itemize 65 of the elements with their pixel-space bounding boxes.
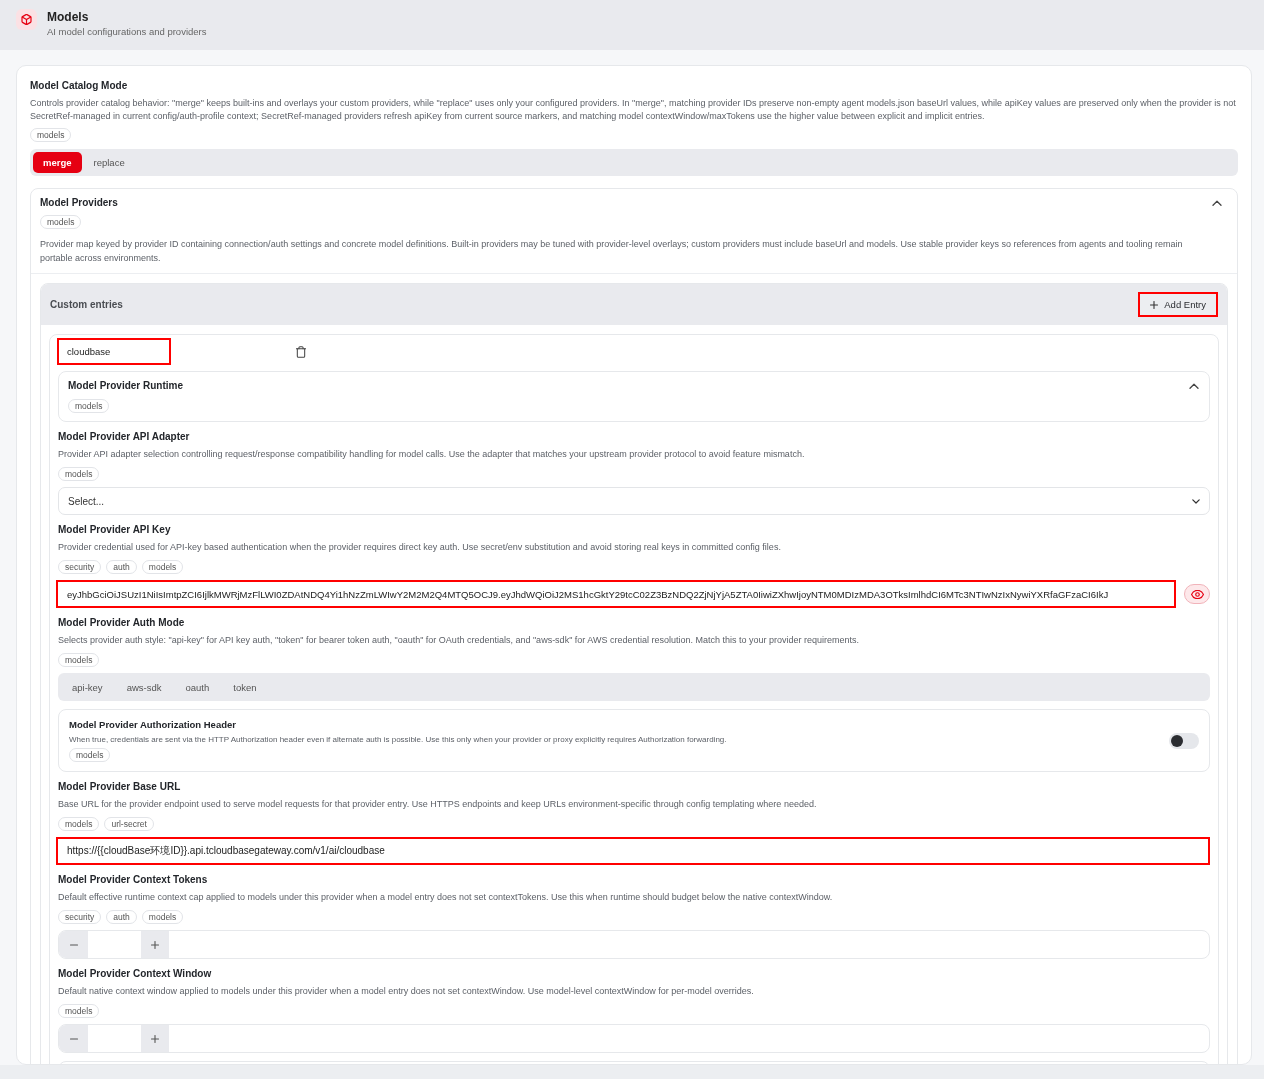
tag: models [40,215,82,229]
tag: auth [106,910,137,924]
section-title: Model Providers [40,196,119,209]
tag: models [68,399,110,413]
minus-icon [69,1037,78,1040]
page-title: Models [47,10,90,25]
tag: models [58,1004,100,1018]
field-title: Model Provider Auth Mode [58,616,186,629]
tag: security [58,910,102,924]
select-field[interactable]: Select... [58,487,1210,515]
tag: models [141,910,184,924]
tag: models [58,817,100,831]
field-description: Base URL for the provider endpoint used to serve model requests for that provider entry. Use HTTPS endpoints and keep URLs environment-specific through config templating where needed. [58,798,818,811]
field-description: When true, credentials are sent via the HTTP Authorization header even if alternate auth is possible. Use this only when your provider or proxy explicitly requires Authorization forwarding. [69,734,727,746]
trash-icon[interactable] [296,345,306,358]
cube-icon [16,9,37,30]
field-title: Model Provider Context Window [58,967,213,980]
tag: models [58,653,100,667]
field-description: Provider credential used for API-key based authentication when the provider requires direct key auth. Use secret/env substitution and avoid storing real keys in committed config files. [58,541,782,554]
tag: auth [106,560,137,574]
field-title: Model Provider API Key [58,523,172,536]
decrement-button[interactable] [59,931,88,958]
tag: url-secret [104,817,154,831]
custom-entries-title: Custom entries [50,299,123,310]
field-description: Provider API adapter selection controlling request/response compatibility handling for model calls. Use the adapter that matches your upstream provider protocol to avoid feature mismatch. [58,448,806,461]
increment-button[interactable] [141,1025,169,1052]
plus-icon [151,1034,159,1043]
field-title: Model Provider Runtime [68,379,183,392]
segment-option[interactable]: oauth [174,676,221,698]
increment-button[interactable] [141,931,169,958]
segment-option[interactable]: merge [33,152,82,173]
segment-option[interactable]: aws-sdk [115,676,173,698]
field-description: Selects provider auth style: "api-key" for API key auth, "token" for bearer token auth, "oauth" for OAuth credentials, and "aws-sdk" for AWS credential resolution. Match this to your provider requirements. [58,634,861,647]
toggle-switch[interactable] [1169,732,1199,749]
plus-icon [1150,300,1159,309]
section-description: Controls provider catalog behavior: "merge" keeps built-ins and overlays your custom providers, while "replace" uses only your configured providers. In "merge", matching provider IDs preserve non-empty agent models.json baseUrl values, while apiKey values are preserved only when the provider is not SecretRef-managed in current config/auth-profile context; SecretRef-managed providers refresh apiKey from current source markers, and matching model contextWindow/maxTokens use the higher value between explicit and implicit entries. [30,97,1237,123]
chevron-up-icon[interactable] [1189,383,1199,389]
segment-option[interactable]: token [222,676,268,698]
minus-icon [69,943,78,946]
tag: security [58,560,102,574]
eye-icon [1190,589,1204,599]
field-description: Default effective runtime context cap applied to models under this provider when a model entry does not set contextTokens. Use this when runtime should budget below the native contextWindow. [58,891,834,904]
tag: models [69,748,111,762]
section-title: Model Catalog Mode [30,79,129,92]
tag: models [141,560,184,574]
url-field[interactable]: https://{{cloudBase环境ID}}.api.tcloudbasegateway.com/v1/ai/cloudbase [56,837,1210,865]
entry-name-field[interactable]: cloudbase [57,338,171,365]
decrement-button[interactable] [59,1025,88,1052]
field-title: Model Provider Authorization Header [69,719,237,731]
segment-option[interactable]: api-key [61,676,114,698]
field-title: Model Provider Base URL [58,780,182,793]
tag: models [58,467,100,481]
page-subtitle: AI model configurations and providers [47,26,207,38]
add-entry-button[interactable]: Add Entry [1138,292,1218,317]
section-description: Provider map keyed by provider ID containing connection/auth settings and concrete model definitions. Built-in providers may be tuned with provider-level overlays; custom providers must include baseUrl and models. Use stable provider keys so references from agents and tooling remain portable across environments. [40,238,1184,265]
field-title: Model Provider Context Tokens [58,873,209,886]
chevron-down-icon [1192,498,1200,504]
plus-icon [151,940,159,949]
api-key-field[interactable]: eyJhbGciOiJSUzI1NiIsImtpZCI6IjlkMWRjMzFlLWI0ZDAtNDQ4Yi1hNzZmLWIwY2M2M2Q4MTQ5OCJ9.eyJhdWQiOiJ2MS1hcGktY29tcC02Z3BzNDQ2ZjNjYjA5ZTA0IiwiZXhwIjoyNTM0MDIzMDA3OTksImlhdCI6MTc3NTIwNzIxNywiYXRfaGFzaCI6IkJ [56,580,1176,608]
tag: models [30,128,72,142]
chevron-up-icon[interactable] [1212,200,1222,206]
segment-option[interactable]: replace [83,152,135,173]
show-key-button[interactable] [1184,584,1210,604]
field-description: Default native context window applied to models under this provider when a model entry does not set contextWindow. Use model-level contextWindow for per-model overrides. [58,985,755,998]
field-title: Model Provider API Adapter [58,430,191,443]
